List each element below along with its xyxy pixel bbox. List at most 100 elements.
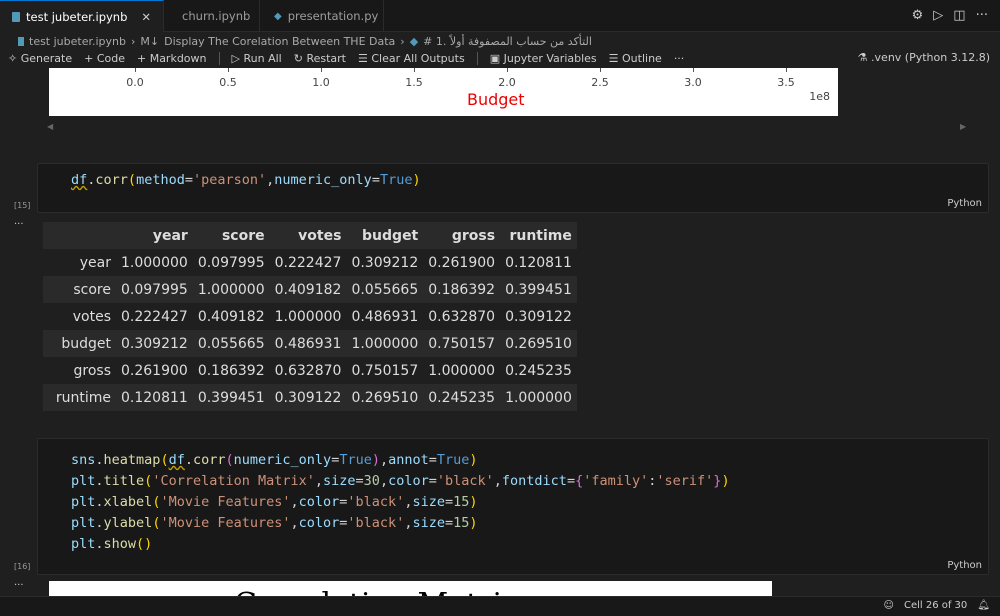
execution-count: [16] [14,562,31,571]
tab-churn[interactable]: churn.ipynb [164,0,261,32]
code-cell-16[interactable]: sns.heatmap(df.corr(numeric_only=True),a… [37,438,989,575]
bell-icon[interactable]: 🔔︎ [977,600,990,611]
heatmap-output: Correlation Matrix [49,581,772,596]
column-header: gross [423,222,501,249]
table-cell: 0.309212 [351,254,419,271]
table-cell: 0.269510 [505,335,572,352]
table-cell: 0.055665 [351,281,419,298]
row-header: budget [61,335,111,352]
correlation-table: year score votes budget gross runtime year 1.0… [43,222,577,411]
table-cell: 0.632870 [428,308,496,325]
table-cell: 0.097995 [121,281,188,298]
tick-mark [321,68,322,72]
table-cell: 0.261900 [428,254,496,271]
notebook-toolbar: ✧ Generate + Code + Markdown ▷ Run All ↻… [0,50,1000,67]
markdown-icon: M↓ [140,34,160,48]
table-cell: 0.055665 [197,335,265,352]
tick-mark [228,68,229,72]
python-icon: ◆ [274,10,282,22]
breadcrumb-file[interactable]: test jubeter.ipynb [29,35,126,48]
generate-button[interactable]: ✧ Generate [8,52,72,65]
cell-position[interactable]: Cell 26 of 30 [904,600,967,611]
table-cell: 0.309212 [121,335,188,352]
close-icon[interactable]: ✕ [141,10,151,24]
table-cell: 1.000000 [505,389,572,406]
breadcrumb-section[interactable]: Display The Corelation Between THE Data [164,35,395,48]
table-cell: 0.097995 [197,254,265,271]
add-markdown-button[interactable]: + Markdown [137,52,207,65]
table-cell: 0.409182 [274,281,342,298]
tick-mark [135,68,136,72]
tick-label: 3.0 [684,76,702,89]
notebook-icon [12,11,20,22]
run-all-button[interactable]: ▷ Run All [232,52,282,65]
table-cell: 0.399451 [197,389,265,406]
table-row: budget 0.309212 0.055665 0.486931 1.000000 0.… [43,330,577,357]
table-cell: 0.309122 [274,389,342,406]
table-cell: 0.186392 [428,281,496,298]
axis-offset-label: 1e8 [809,90,830,103]
breadcrumb-cell[interactable]: # 1. التأكد من حساب المصفوفة أولاً [423,35,592,48]
code-cell-15[interactable]: df.corr(method='pearson',numeric_only=Tr… [37,163,989,213]
clear-outputs-button[interactable]: ☰ Clear All Outputs [358,52,465,65]
kernel-icon: ⚗ [857,51,868,64]
table-cell: 0.222427 [274,254,342,271]
row-header: year [79,254,111,271]
table-cell: 1.000000 [274,308,342,325]
outline-button[interactable]: ☰ Outline [609,52,662,65]
tick-label: 1.0 [312,76,330,89]
divider [218,52,220,65]
tab-bar: test jubeter.ipynb ✕ churn.ipynb ◆ present… [0,0,1000,32]
row-header: runtime [55,389,111,406]
table-cell: 0.309122 [505,308,572,325]
x-axis-label: Budget [467,90,525,109]
tick-label: 0.0 [126,76,144,89]
table-cell: 0.399451 [505,281,572,298]
tick-label: 0.5 [219,76,237,89]
tick-label: 1.5 [405,76,423,89]
add-code-button[interactable]: + Code [84,52,125,65]
restart-button[interactable]: ↻ Restart [294,52,346,65]
table-cell: 0.222427 [121,308,188,325]
scroll-left-icon[interactable]: ◀ [47,122,53,131]
output-menu-icon[interactable]: ··· [14,580,24,591]
column-header: year [116,222,193,249]
copilot-icon[interactable]: ☺ [884,600,894,611]
table-cell: 0.486931 [351,308,419,325]
plot-output-budget: 0.0 0.5 1.0 1.5 2.0 2.5 3.0 3.5 Budget 1e8 [49,68,838,116]
output-menu-icon[interactable]: ··· [14,219,24,230]
split-editor-icon[interactable]: ◫ [953,8,965,23]
table-row: gross 0.261900 0.186392 0.632870 0.750157 1.0… [43,357,577,384]
tick-mark [414,68,415,72]
more-icon[interactable]: ··· [976,8,988,23]
table-cell: 0.186392 [197,362,265,379]
breadcrumb: test jubeter.ipynb › M↓ Display The Corela… [0,32,1000,50]
table-cell: 0.486931 [274,335,342,352]
table-cell: 0.245235 [428,389,496,406]
kernel-picker[interactable]: ⚗ .venv (Python 3.12.8) [858,51,990,64]
notebook-body: 0.0 0.5 1.0 1.5 2.0 2.5 3.0 3.5 Budget 1e8 ◀ ▶ … [0,68,1000,596]
cell-language[interactable]: Python [947,560,982,571]
tab-presentation[interactable]: ◆ presentation.py [260,0,385,32]
cell-language[interactable]: Python [947,198,982,209]
column-header: score [192,222,270,249]
gear-icon[interactable]: ⚙ [912,8,924,23]
table-row: runtime 0.120811 0.399451 0.309122 0.269510 0… [43,384,577,411]
table-cell: 1.000000 [351,335,419,352]
table-cell: 0.409182 [197,308,265,325]
tab-test-jubeter[interactable]: test jubeter.ipynb ✕ [0,0,165,32]
jupyter-variables-button[interactable]: ▣ Jupyter Variables [490,52,597,65]
run-icon[interactable]: ▷ [933,8,943,23]
table-row: score 0.097995 1.000000 0.409182 0.055665 0.1… [43,276,577,303]
column-header: runtime [500,222,577,249]
execution-count: [15] [14,201,31,210]
table-cell: 1.000000 [197,281,265,298]
table-cell: 1.000000 [428,362,496,379]
scroll-right-icon[interactable]: ▶ [960,122,966,131]
column-header: votes [269,222,347,249]
tick-label: 2.0 [498,76,516,89]
status-bar: ☺ Cell 26 of 30 🔔︎ [0,596,1000,616]
table-cell: 0.750157 [351,362,419,379]
table-cell: 0.120811 [505,254,572,271]
more-button[interactable]: ··· [674,52,685,65]
